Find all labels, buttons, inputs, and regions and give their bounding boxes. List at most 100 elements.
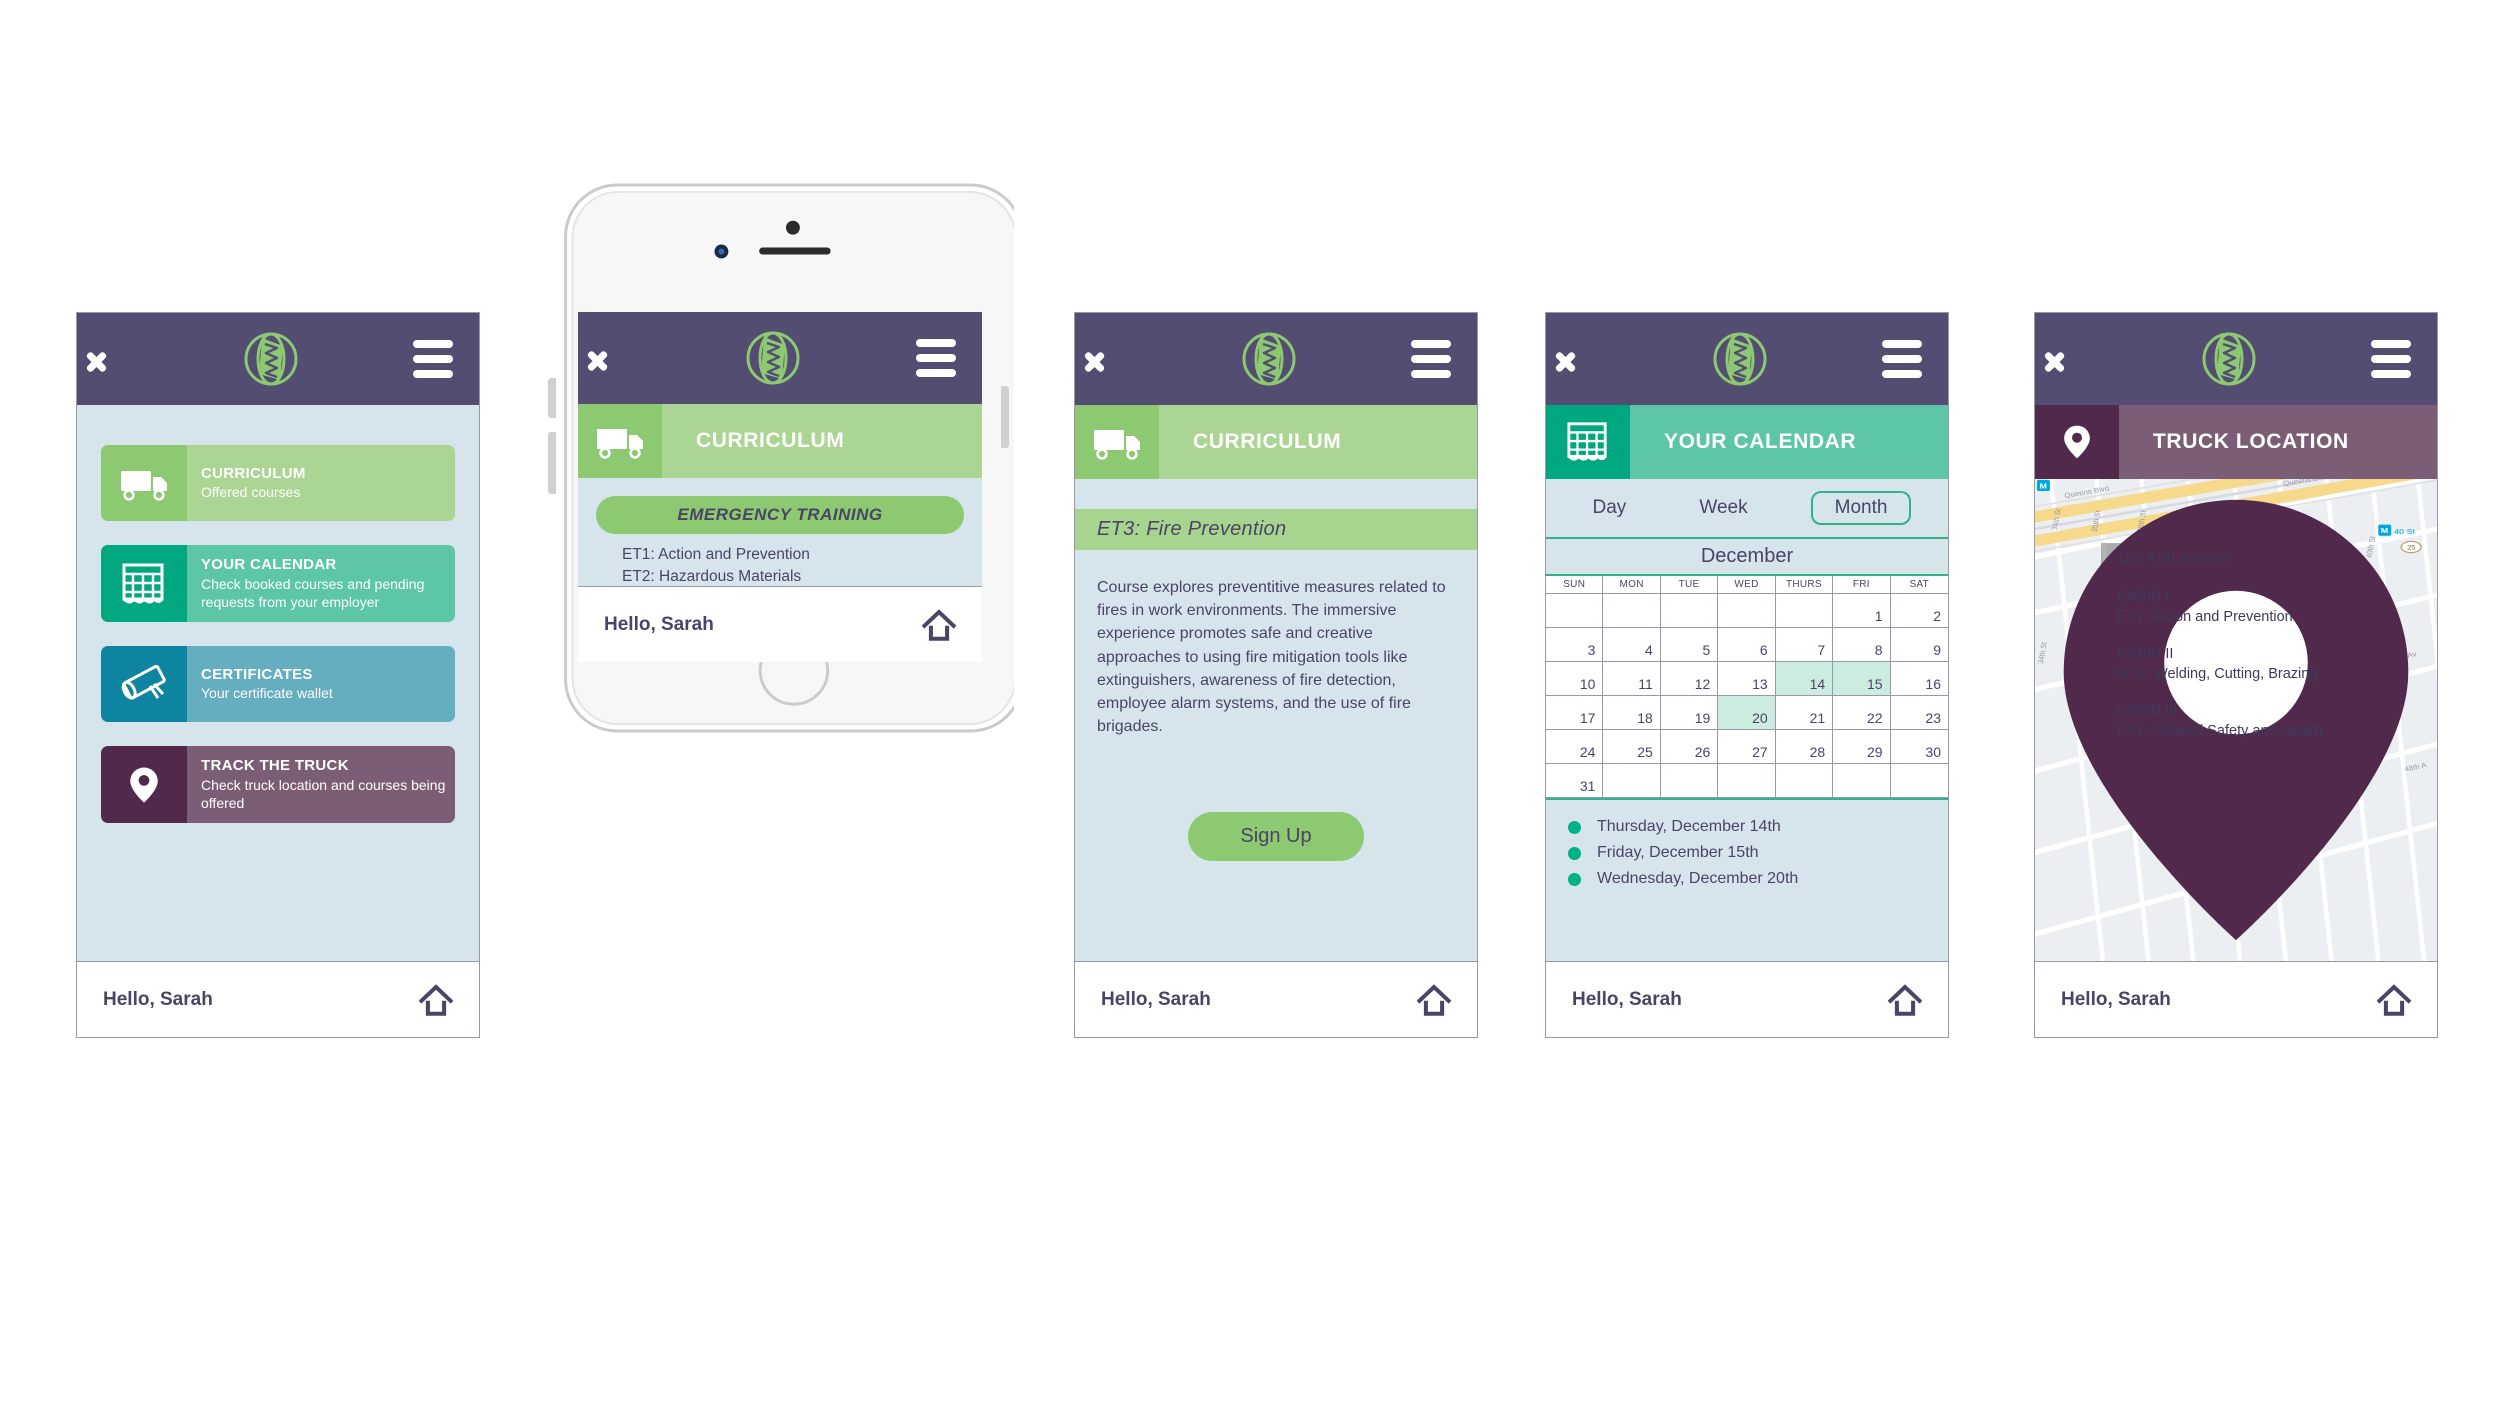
app-logo-icon xyxy=(1242,332,1296,386)
tile-your-calendar[interactable]: YOUR CALENDAR Check booked courses and p… xyxy=(101,545,455,623)
truck-icon xyxy=(1075,405,1159,479)
calendar-cell-day[interactable]: 8 xyxy=(1833,628,1891,662)
home-icon[interactable] xyxy=(2377,983,2411,1017)
calendar-week-row: 3456789 xyxy=(1546,628,1948,662)
calendar-cell-empty xyxy=(1833,764,1891,798)
back-icon[interactable] xyxy=(1101,339,1127,379)
calendar-cell-day[interactable]: 13 xyxy=(1718,662,1776,696)
footer: Hello, Sarah xyxy=(77,961,479,1037)
calendar-cell-day[interactable]: 30 xyxy=(1890,730,1948,764)
list-item[interactable]: Thursday, December 14th xyxy=(1568,814,1948,840)
course-item[interactable]: ET1: Action and Prevention xyxy=(622,544,964,566)
section-title: CURRICULUM xyxy=(1159,405,1477,479)
sign-up-button[interactable]: Sign Up xyxy=(1188,812,1364,862)
calendar-cell-day[interactable]: 16 xyxy=(1890,662,1948,696)
home-icon[interactable] xyxy=(922,608,956,642)
calendar-cell-empty xyxy=(1603,764,1661,798)
calendar-cell-day[interactable]: 26 xyxy=(1660,730,1719,764)
calendar-cell-day[interactable]: 2 xyxy=(1890,594,1948,628)
calendar-cell-day[interactable]: 21 xyxy=(1775,696,1834,730)
calendar-cell-day[interactable]: 28 xyxy=(1775,730,1834,764)
calendar-cell-empty xyxy=(1603,594,1661,628)
calendar-cell-day[interactable]: 5 xyxy=(1660,628,1719,662)
calendar-cell-day[interactable]: 18 xyxy=(1603,696,1661,730)
calendar-cell-day[interactable]: 11 xyxy=(1603,662,1661,696)
tile-subtitle: Your certificate wallet xyxy=(201,685,333,702)
phone-screen-curriculum: CURRICULUM EMERGENCY TRAINING ET1: Actio… xyxy=(578,312,982,662)
navbar xyxy=(1075,313,1477,405)
calendar-week-row: 31 xyxy=(1546,764,1948,798)
home-icon[interactable] xyxy=(1888,983,1922,1017)
dow-wed: WED xyxy=(1718,576,1776,594)
calendar-cell-day[interactable]: 4 xyxy=(1603,628,1661,662)
tab-month[interactable]: Month xyxy=(1810,491,1912,525)
calendar-cell-empty xyxy=(1890,764,1948,798)
calendar-cell-day[interactable]: 14 xyxy=(1775,662,1834,696)
cabin-entry: CABIN I ET1: Action and Prevention xyxy=(2117,588,2327,627)
tile-title: TRACK THE TRUCK xyxy=(201,757,349,775)
calendar-cell-empty xyxy=(1775,594,1834,628)
calendar-cell-day[interactable]: 31 xyxy=(1546,764,1604,798)
back-icon[interactable] xyxy=(1572,339,1598,379)
calendar-cell-day[interactable]: 3 xyxy=(1546,628,1604,662)
phone-screen-course-detail: CURRICULUM ET3: Fire Prevention Course e… xyxy=(1074,312,1478,1038)
list-item[interactable]: Friday, December 15th xyxy=(1568,840,1948,866)
calendar-week-row: 12 xyxy=(1546,594,1948,628)
tab-day[interactable]: Day xyxy=(1583,493,1637,523)
calendar-cell-day[interactable]: 17 xyxy=(1546,696,1604,730)
calendar-cell-day[interactable]: 1 xyxy=(1833,594,1891,628)
map-canvas[interactable]: Queens Blvd Queens Blvd 34th St 35th St … xyxy=(2035,479,2437,961)
course-description: Course explores preventitive measures re… xyxy=(1097,579,1446,736)
calendar-cell-day[interactable]: 25 xyxy=(1603,730,1661,764)
calendar-cell-empty xyxy=(1660,594,1719,628)
tile-curriculum[interactable]: CURRICULUM Offered courses xyxy=(101,445,455,521)
tile-track-the-truck[interactable]: TRACK THE TRUCK Check truck location and… xyxy=(101,746,455,824)
tile-certificates[interactable]: CERTIFICATES Your certificate wallet xyxy=(101,646,455,723)
truck-icon xyxy=(101,445,187,521)
calendar-cell-day[interactable]: 9 xyxy=(1890,628,1948,662)
calendar-cell-day[interactable]: 29 xyxy=(1833,730,1891,764)
menu-icon[interactable] xyxy=(1882,340,1922,378)
calendar-cell-day[interactable]: 24 xyxy=(1546,730,1604,764)
app-logo-icon xyxy=(2202,332,2256,386)
calendar-icon xyxy=(101,545,187,623)
spacer xyxy=(1075,479,1477,509)
calendar-cell-day[interactable]: 15 xyxy=(1833,662,1891,696)
truck-map-body[interactable]: Queens Blvd Queens Blvd 34th St 35th St … xyxy=(2035,479,2437,961)
navbar xyxy=(1546,313,1948,405)
list-item[interactable]: Wednesday, December 20th xyxy=(1568,866,1948,892)
device-power-button xyxy=(1001,386,1009,448)
event-label: Wednesday, December 20th xyxy=(1597,870,1799,887)
back-icon[interactable] xyxy=(103,339,129,379)
calendar-cell-day[interactable]: 20 xyxy=(1718,696,1776,730)
navbar xyxy=(578,312,982,404)
tab-week[interactable]: Week xyxy=(1689,493,1757,523)
menu-icon[interactable] xyxy=(2371,340,2411,378)
calendar-cell-day[interactable]: 22 xyxy=(1833,696,1891,730)
home-icon[interactable] xyxy=(419,983,453,1017)
map-pin-icon xyxy=(2035,405,2119,479)
back-icon[interactable] xyxy=(2061,339,2087,379)
tile-title: CURRICULUM xyxy=(201,464,306,482)
category-header-emergency[interactable]: EMERGENCY TRAINING xyxy=(596,496,964,534)
calendar-cell-day[interactable]: 23 xyxy=(1890,696,1948,730)
curriculum-list: EMERGENCY TRAINING ET1: Action and Preve… xyxy=(578,478,982,586)
course-item[interactable]: ET2: Hazardous Materials xyxy=(622,566,964,586)
cabin-course: MT2: Welding, Cutting, Brazing xyxy=(2117,665,2318,682)
back-icon[interactable] xyxy=(604,338,630,378)
menu-icon[interactable] xyxy=(1411,340,1451,378)
menu-icon[interactable] xyxy=(413,340,453,378)
calendar-cell-day[interactable]: 10 xyxy=(1546,662,1604,696)
app-logo-icon xyxy=(1713,332,1767,386)
cabin-course: PT1: General Safety and Health xyxy=(2117,722,2323,739)
calendar-cell-day[interactable]: 12 xyxy=(1660,662,1719,696)
calendar-cell-day[interactable]: 27 xyxy=(1718,730,1776,764)
calendar-cell-day[interactable]: 19 xyxy=(1660,696,1719,730)
calendar-cell-day[interactable]: 7 xyxy=(1775,628,1834,662)
curriculum-body[interactable]: EMERGENCY TRAINING ET1: Action and Preve… xyxy=(578,478,982,586)
phone-screen-truck-location: TRUCK LOCATION Queens Blvd Queens Blvd 3… xyxy=(2034,312,2438,1038)
calendar-cell-day[interactable]: 6 xyxy=(1718,628,1776,662)
calendar-grid: SUN MON TUE WED THURS FRI SAT 1234567891… xyxy=(1546,576,1948,800)
menu-icon[interactable] xyxy=(916,339,956,377)
home-icon[interactable] xyxy=(1417,983,1451,1017)
